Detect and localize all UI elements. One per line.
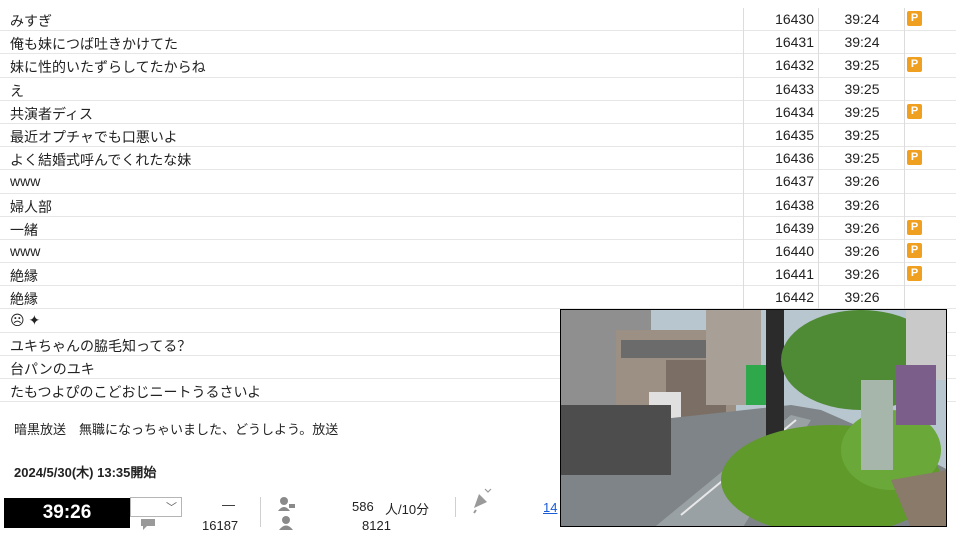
comment-number: 16441 <box>775 266 814 283</box>
comment-text: みすぎ <box>10 13 52 29</box>
comment-text: ☹ ✦ <box>10 312 41 329</box>
mode-select[interactable]: ﹀ <box>130 497 182 517</box>
visitors-count: 8121 <box>362 518 391 533</box>
dash-value: — <box>222 497 235 512</box>
comment-icon <box>141 519 155 530</box>
viewers-unit: 人/10分 <box>385 502 430 517</box>
comment-number: 16439 <box>775 219 814 236</box>
comment-row[interactable]: 最近オプチャでも口悪いよ 16435 39:25 <box>0 124 956 148</box>
comment-text: www <box>10 173 41 190</box>
comment-time: 39:26 <box>844 289 880 306</box>
comment-row[interactable]: よく結婚式呼んでくれたな妹 16436 39:25 P <box>0 147 956 171</box>
comment-number: 16442 <box>775 289 814 306</box>
comment-number: 16435 <box>775 126 814 143</box>
comment-time: 39:25 <box>844 80 880 97</box>
premium-badge-icon: P <box>907 11 922 26</box>
ad-icon[interactable] <box>470 488 492 514</box>
video-frame <box>561 310 946 526</box>
comment-time: 39:26 <box>844 219 880 236</box>
comment-text: 共演者ディス <box>10 105 94 122</box>
premium-badge-icon: P <box>907 266 922 282</box>
comment-number: 16440 <box>775 242 814 259</box>
comment-number: 16434 <box>775 103 814 120</box>
comment-row[interactable]: 共演者ディス 16434 39:25 P <box>0 101 956 124</box>
comment-time: 39:26 <box>844 173 880 190</box>
comment-text: よく結婚式呼んでくれたな妹 <box>10 152 192 169</box>
comment-number: 16432 <box>775 57 814 74</box>
comment-text: 台パンのユキ <box>10 360 95 377</box>
premium-badge-icon: P <box>907 219 922 235</box>
premium-badge-icon: P <box>907 242 922 258</box>
dropdown-chevron-icon[interactable]: ﹀ <box>166 499 177 515</box>
stats-link[interactable]: 14 <box>543 500 557 515</box>
comment-number: 16431 <box>775 34 814 51</box>
viewer-icon <box>278 497 295 511</box>
comment-row[interactable]: www 16437 39:26 <box>0 170 956 194</box>
comment-text: たもつよぴのこどおじニートうるさいよ <box>10 384 262 400</box>
comment-number: 16437 <box>775 173 814 190</box>
comment-row[interactable]: 絶縁 16441 39:26 P <box>0 263 956 287</box>
comment-row[interactable]: みすぎ 16430 39:24 P <box>0 8 956 32</box>
comment-time: 39:24 <box>844 11 880 27</box>
comment-time: 39:26 <box>844 242 880 259</box>
program-title: 暗黒放送 無職になっちゃいました、どうしよう。放送 <box>14 422 339 437</box>
comment-text: 婦人部 <box>10 198 52 215</box>
comment-number: 16430 <box>775 11 814 27</box>
elapsed-time: 39:26 <box>4 498 130 528</box>
comment-text: 絶縁 <box>10 291 38 308</box>
comment-time: 39:25 <box>844 126 880 143</box>
comment-number: 16436 <box>775 150 814 167</box>
comment-text: 俺も妹につば吐きかけてた <box>10 36 178 53</box>
video-player[interactable] <box>560 309 947 527</box>
visitor-icon <box>279 516 293 530</box>
comment-count: 16187 <box>202 518 239 533</box>
comment-row[interactable]: 妹に性的いたずらしてたからね 16432 39:25 P <box>0 54 956 78</box>
comment-time: 39:25 <box>844 103 880 120</box>
comment-time: 39:24 <box>844 34 880 51</box>
comment-time: 39:26 <box>844 266 880 283</box>
comment-text: 最近オプチャでも口悪いよ <box>10 128 178 145</box>
comment-text: 絶縁 <box>10 268 38 285</box>
comment-row[interactable]: 絶縁 16442 39:26 <box>0 286 956 310</box>
comment-text: 一緒 <box>10 221 38 238</box>
comment-row[interactable]: 一緒 16439 39:26 P <box>0 217 956 240</box>
viewers-count: 586 <box>352 499 374 514</box>
comment-row[interactable]: 俺も妹につば吐きかけてた 16431 39:24 <box>0 31 956 55</box>
premium-badge-icon: P <box>907 103 922 119</box>
premium-badge-icon: P <box>907 57 922 73</box>
comment-text: え <box>10 82 24 99</box>
comment-text: 妹に性的いたずらしてたからね <box>10 59 206 76</box>
divider <box>455 497 456 517</box>
comment-time: 39:25 <box>844 57 880 74</box>
comment-text: www <box>10 242 41 259</box>
comment-row[interactable]: www 16440 39:26 P <box>0 240 956 264</box>
premium-badge-icon: P <box>907 150 922 166</box>
program-start-time: 2024/5/30(木) 13:35開始 <box>14 465 157 480</box>
comment-time: 39:25 <box>844 150 880 167</box>
comment-time: 39:26 <box>844 196 880 213</box>
comment-row[interactable]: 婦人部 16438 39:26 <box>0 194 956 217</box>
comment-number: 16433 <box>775 80 814 97</box>
comment-number: 16438 <box>775 196 814 213</box>
divider <box>260 497 261 527</box>
comment-text: ユキちゃんの脇毛知ってる？ <box>10 337 192 354</box>
comment-row[interactable]: え 16433 39:25 <box>0 78 956 101</box>
